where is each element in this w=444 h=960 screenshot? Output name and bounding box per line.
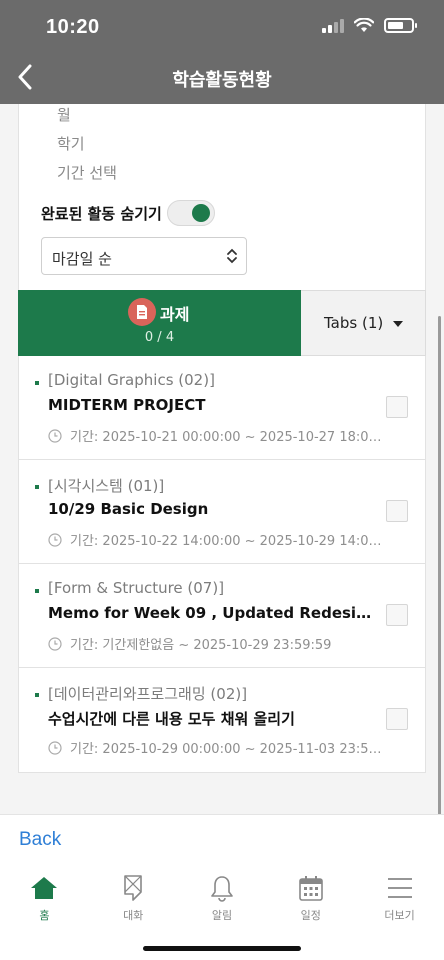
list-item[interactable]: [시각시스템 (01)] 10/29 Basic Design 기간: 2025… <box>19 460 425 564</box>
assignment-period: 기간: 2025-10-21 00:00:00 ~ 2025-10-27 18:… <box>70 430 382 445</box>
tab-more[interactable]: 더보기 <box>355 873 444 933</box>
tab-more-label: 더보기 <box>384 909 415 922</box>
hide-completed-label: 완료된 활동 숨기기 <box>41 205 162 223</box>
hide-completed-toggle[interactable] <box>167 200 215 226</box>
period-row: 기간: 기간제한없음 ~ 2025-10-29 23:59:59 <box>48 634 382 653</box>
period-option-month[interactable]: 월 <box>57 104 71 125</box>
course-name: [Digital Graphics (02)] <box>48 371 215 389</box>
menu-icon <box>386 873 414 903</box>
home-indicator <box>143 946 301 951</box>
tab-assignments-label: 과제 <box>160 305 190 324</box>
clock-icon <box>48 636 62 651</box>
course-name: [데이터관리와프로그래밍 (02)] <box>48 685 248 703</box>
signal-icon <box>322 18 344 33</box>
clock-icon <box>48 740 62 755</box>
assignment-title[interactable]: MIDTERM PROJECT <box>48 396 378 414</box>
bullet-icon <box>35 589 39 593</box>
assignment-title[interactable]: 10/29 Basic Design <box>48 500 378 518</box>
tab-notifications[interactable]: 알림 <box>178 873 267 933</box>
tab-assignments[interactable]: 과제 0 / 4 <box>18 290 301 363</box>
period-row: 기간: 2025-10-29 00:00:00 ~ 2025-11-03 23:… <box>48 738 382 757</box>
assignment-title[interactable]: Memo for Week 09 , Updated Redesign P… <box>48 604 378 622</box>
clock-icon <box>48 532 62 547</box>
calendar-icon <box>298 873 324 903</box>
scrollbar[interactable] <box>438 316 441 814</box>
assignment-period: 기간: 2025-10-29 00:00:00 ~ 2025-11-03 23:… <box>70 742 382 757</box>
tab-home[interactable]: 홈 <box>0 873 89 933</box>
back-link[interactable]: Back <box>19 829 61 851</box>
bullet-icon <box>35 485 39 489</box>
tab-home-label: 홈 <box>39 909 50 922</box>
content-area[interactable]: 월 학기 기간 선택 완료된 활동 숨기기 마감일 순 과제 0 / 4 Tab… <box>0 104 444 814</box>
complete-checkbox[interactable] <box>386 604 408 626</box>
complete-checkbox[interactable] <box>386 500 408 522</box>
complete-checkbox[interactable] <box>386 708 408 730</box>
battery-icon <box>384 18 417 33</box>
activity-tabs: 과제 0 / 4 Tabs (1) <box>18 290 426 363</box>
sort-select[interactable]: 마감일 순 <box>41 237 247 275</box>
assignment-list: [Digital Graphics (02)] MIDTERM PROJECT … <box>18 356 426 773</box>
tabs-dropdown[interactable]: Tabs (1) <box>301 290 426 356</box>
tab-chat[interactable]: 대화 <box>89 873 178 933</box>
chat-icon <box>121 873 145 903</box>
list-item[interactable]: [Digital Graphics (02)] MIDTERM PROJECT … <box>19 356 425 460</box>
caret-down-icon <box>393 321 403 327</box>
tabs-dropdown-label: Tabs (1) <box>324 314 384 332</box>
status-bar: 10:20 <box>0 0 444 50</box>
clock-icon <box>48 428 62 443</box>
period-option-semester[interactable]: 학기 <box>57 133 85 154</box>
bottom-bar: Back 홈 대화 알림 일정 더보기 <box>0 814 444 960</box>
assignment-period: 기간: 2025-10-22 14:00:00 ~ 2025-10-29 14:… <box>70 534 382 549</box>
bullet-icon <box>35 693 39 697</box>
toggle-knob <box>192 204 210 222</box>
tab-notifications-label: 알림 <box>211 909 233 922</box>
period-option-custom[interactable]: 기간 선택 <box>57 162 117 183</box>
course-name: [시각시스템 (01)] <box>48 477 165 495</box>
assignment-title[interactable]: 수업시간에 다른 내용 모두 채워 올리기 <box>48 708 378 729</box>
home-icon <box>30 873 58 903</box>
course-name: [Form & Structure (07)] <box>48 579 225 597</box>
status-time: 10:20 <box>46 16 100 38</box>
period-row: 기간: 2025-10-22 14:00:00 ~ 2025-10-29 14:… <box>48 530 382 549</box>
bullet-icon <box>35 381 39 385</box>
complete-checkbox[interactable] <box>386 396 408 418</box>
list-item[interactable]: [데이터관리와프로그래밍 (02)] 수업시간에 다른 내용 모두 채워 올리기… <box>19 668 425 772</box>
document-icon <box>128 298 156 326</box>
tab-chat-label: 대화 <box>123 909 144 922</box>
tab-calendar-label: 일정 <box>300 909 321 922</box>
period-row: 기간: 2025-10-21 00:00:00 ~ 2025-10-27 18:… <box>48 426 382 445</box>
bell-icon <box>209 873 235 903</box>
bottom-tab-nav: 홈 대화 알림 일정 더보기 <box>0 873 444 933</box>
wifi-icon <box>354 18 374 32</box>
assignment-period: 기간: 기간제한없음 ~ 2025-10-29 23:59:59 <box>70 638 332 653</box>
nav-bar: 학습활동현황 <box>0 50 444 104</box>
sort-select-value: 마감일 순 <box>52 250 112 268</box>
tab-assignments-count: 0 / 4 <box>144 330 175 345</box>
tab-calendar[interactable]: 일정 <box>266 873 355 933</box>
status-icons <box>322 18 417 33</box>
list-item[interactable]: [Form & Structure (07)] Memo for Week 09… <box>19 564 425 668</box>
updown-chevron-icon <box>227 248 237 264</box>
filter-panel: 월 학기 기간 선택 완료된 활동 숨기기 마감일 순 <box>18 104 426 290</box>
page-title: 학습활동현황 <box>172 70 272 91</box>
